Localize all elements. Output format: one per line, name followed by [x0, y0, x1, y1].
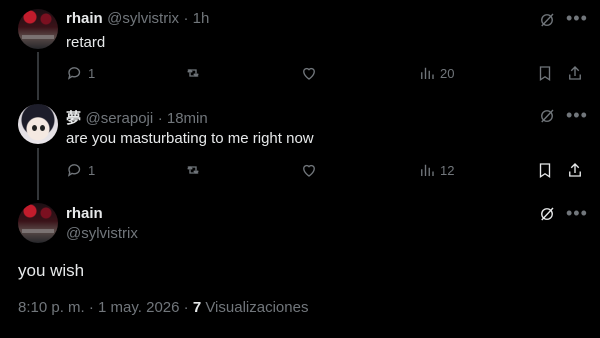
like-button[interactable]	[300, 161, 318, 179]
author-handle[interactable]: @sylvistrix	[66, 225, 138, 242]
author-handle[interactable]: @sylvistrix	[107, 10, 179, 27]
views-label: Visualizaciones	[205, 299, 309, 316]
thread-view: rhain @sylvistrix · 1h retard ••• 1 20 夢…	[0, 0, 600, 338]
reply-count: 1	[88, 162, 96, 178]
more-icon[interactable]: •••	[566, 106, 588, 124]
bookmark-icon	[539, 66, 551, 82]
grok-icon[interactable]	[538, 107, 556, 130]
views-button[interactable]: 20	[418, 64, 454, 82]
grok-icon[interactable]	[538, 205, 556, 228]
reply-button[interactable]: 1	[66, 64, 95, 82]
heart-icon	[303, 164, 315, 177]
tweet-text: retard	[66, 34, 106, 51]
avatar[interactable]	[18, 203, 58, 243]
reply-count: 1	[88, 65, 96, 81]
share-icon	[569, 66, 581, 80]
tweet-header: 夢 @serapoji · 18min	[66, 107, 208, 128]
view-count: 12	[440, 162, 455, 178]
grok-icon[interactable]	[538, 11, 556, 34]
like-button[interactable]	[300, 64, 318, 82]
thread-line	[37, 52, 39, 100]
author-handle[interactable]: @serapoji	[85, 110, 153, 127]
reply-button[interactable]: 1	[66, 161, 95, 179]
author-name[interactable]: 夢	[66, 110, 81, 127]
more-icon[interactable]: •••	[566, 204, 588, 222]
views-chart-icon	[421, 164, 434, 176]
share-icon	[569, 163, 581, 177]
bookmark-icon	[539, 163, 551, 179]
retweet-button[interactable]	[184, 64, 202, 82]
avatar[interactable]	[18, 104, 58, 144]
view-count: 20	[440, 65, 455, 81]
bookmark-button[interactable]	[536, 64, 554, 82]
views-chart-icon	[421, 67, 434, 79]
tweet-timestamp[interactable]: 8:10 p. m. · 1 may. 2026 ·	[18, 299, 193, 316]
share-button[interactable]	[566, 64, 584, 82]
reply-icon	[67, 164, 81, 177]
share-button[interactable]	[566, 161, 584, 179]
heart-icon	[303, 67, 315, 80]
tweet-text: you wish	[18, 261, 85, 280]
tweet-text: are you masturbating to me right now	[66, 130, 314, 147]
avatar[interactable]	[18, 9, 58, 49]
retweet-button[interactable]	[184, 161, 202, 179]
views-count: 7	[192, 299, 202, 316]
retweet-icon	[187, 69, 199, 77]
author-name[interactable]: rhain	[66, 10, 103, 27]
views-button[interactable]: 12	[418, 161, 454, 179]
more-icon[interactable]: •••	[566, 9, 588, 27]
bookmark-button[interactable]	[536, 161, 554, 179]
tweet-header: rhain @sylvistrix · 1h	[66, 10, 209, 28]
tweet-time[interactable]: · 1h	[183, 10, 209, 27]
reply-icon	[67, 67, 81, 80]
tweet-meta: 8:10 p. m. · 1 may. 2026 · 7 Visualizaci…	[18, 299, 308, 316]
author-name[interactable]: rhain	[66, 205, 103, 222]
retweet-icon	[187, 166, 199, 174]
thread-line	[37, 148, 39, 200]
tweet-time[interactable]: · 18min	[158, 110, 208, 127]
